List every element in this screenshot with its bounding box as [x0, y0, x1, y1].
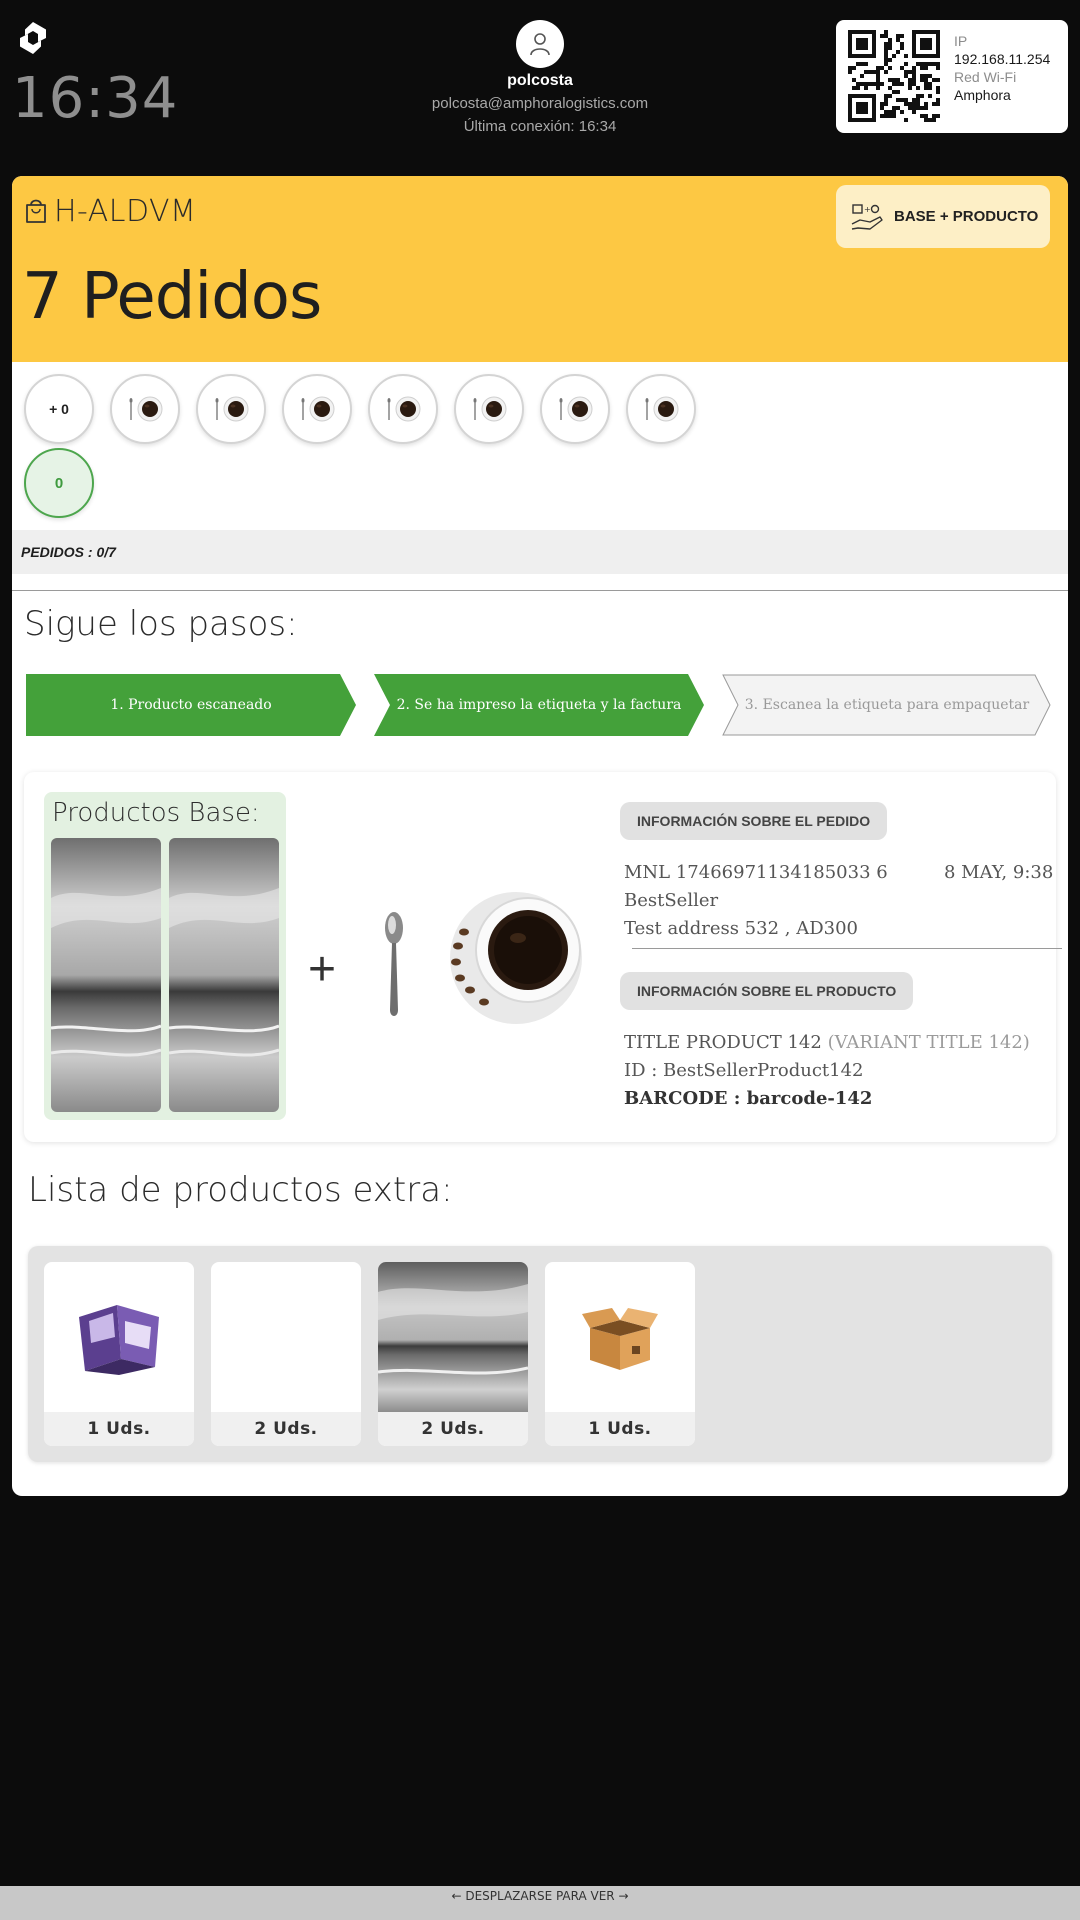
- coffee-spoon-icon[interactable]: [282, 374, 352, 444]
- username: polcosta: [507, 72, 573, 89]
- step-2-label: 2. Se ha impreso la etiqueta y la factur…: [396, 697, 682, 713]
- product-info-header: INFORMACIÓN SOBRE EL PRODUCTO: [620, 972, 914, 1010]
- completed-counter-circle[interactable]: 0: [24, 448, 94, 518]
- order-number: MNL 17466971134185033 6: [624, 862, 888, 883]
- coffee-spoon-icon[interactable]: [540, 374, 610, 444]
- hand-box-icon: +: [851, 203, 883, 230]
- product-panel: Productos Base: + INFORMACIÓN SOBRE EL P…: [24, 772, 1062, 1142]
- coffee-cup-icon: [450, 892, 582, 1024]
- qr-code-icon: [848, 30, 940, 122]
- extra-product-qty: 1 Uds.: [44, 1412, 194, 1446]
- step-1-label: 1. Producto escaneado: [110, 697, 272, 713]
- steps-title: Sigue los pasos:: [24, 604, 298, 644]
- orders-progress: PEDIDOS : 0/7: [12, 530, 1068, 574]
- coffee-spoon-icon[interactable]: [368, 374, 438, 444]
- step-3-label: 3. Escanea la etiqueta para empaquetar: [744, 697, 1030, 713]
- brochure-icon: [44, 1262, 194, 1412]
- ip-value: 192.168.11.254: [954, 51, 1051, 67]
- extra-product-item[interactable]: 2 Uds.: [378, 1262, 528, 1446]
- spoon-icon: [385, 912, 403, 1016]
- seller-name: BestSeller: [624, 890, 719, 911]
- base-product-image[interactable]: [169, 838, 279, 1112]
- shipping-address: Test address 532 , AD300: [624, 918, 858, 939]
- order-date: 8 MAY, 9:38: [944, 862, 1054, 883]
- coffee-spoon-icon[interactable]: [626, 374, 696, 444]
- app-logo-icon: [20, 22, 46, 54]
- shopping-bag-icon: [26, 199, 46, 223]
- extra-counter-circle[interactable]: + 0: [24, 374, 94, 444]
- base-products: Productos Base:: [44, 792, 286, 1120]
- cardboard-box-icon: [545, 1262, 695, 1412]
- extra-product-item[interactable]: 2 Uds.: [211, 1262, 361, 1446]
- orders-count-title: 7 Pedidos: [22, 260, 322, 334]
- user-info: polcosta polcosta@amphoralogistics.com Ú…: [340, 20, 740, 135]
- base-products-title: Productos Base:: [52, 798, 260, 828]
- product-title-text: TITLE PRODUCT 142: [624, 1032, 822, 1053]
- wifi-label: Red Wi-Fi: [954, 69, 1017, 85]
- step-1: 1. Producto escaneado: [26, 674, 356, 736]
- product-id: ID : BestSellerProduct142: [624, 1060, 864, 1081]
- extra-product-qty: 2 Uds.: [211, 1412, 361, 1446]
- step-2: 2. Se ha impreso la etiqueta y la factur…: [374, 674, 704, 736]
- divider: [632, 948, 1062, 949]
- top-bar: 16:34 polcosta polcosta@amphoralogistics…: [0, 0, 1080, 176]
- base-plus-product-label: BASE + PRODUCTO: [894, 208, 1039, 225]
- network-info-card: IP 192.168.11.254 Red Wi-Fi Amphora: [836, 20, 1068, 133]
- base-plus-product-button[interactable]: + BASE + PRODUCTO: [836, 185, 1050, 248]
- step-3: 3. Escanea la etiqueta para empaquetar: [722, 674, 1052, 736]
- extra-product-qty: 1 Uds.: [545, 1412, 695, 1446]
- variant-title: (VARIANT TITLE 142): [827, 1032, 1030, 1053]
- coffee-spoon-icon[interactable]: [454, 374, 524, 444]
- product-barcode: BARCODE : barcode-142: [624, 1088, 872, 1109]
- order-id: H-ALDVM: [54, 194, 197, 229]
- steps-bar: 1. Producto escaneado 2. Se ha impreso l…: [26, 674, 1066, 736]
- horizontal-scrollbar[interactable]: ← DESPLAZARSE PARA VER →: [0, 1886, 1080, 1920]
- extra-product-item[interactable]: 1 Uds.: [545, 1262, 695, 1446]
- plus-sign: +: [308, 943, 337, 996]
- product-title: TITLE PRODUCT 142 (VARIANT TITLE 142): [624, 1032, 1030, 1053]
- base-product-image[interactable]: [51, 838, 161, 1112]
- user-email: polcosta@amphoralogistics.com: [431, 95, 649, 112]
- barcode-value: barcode-142: [746, 1088, 873, 1109]
- extra-product-qty: 2 Uds.: [378, 1412, 528, 1446]
- divider: [12, 590, 1068, 591]
- svg-text:+: +: [864, 205, 871, 214]
- coffee-spoon-icon[interactable]: [110, 374, 180, 444]
- extra-products-list: 1 Uds. 2 Uds. 2 Uds. 1 Uds.: [28, 1246, 1052, 1462]
- wifi-value: Amphora: [954, 87, 1011, 103]
- beach-photo-thumbnail: [378, 1262, 528, 1412]
- clock: 16:34: [12, 66, 179, 131]
- extra-product-item[interactable]: 1 Uds.: [44, 1262, 194, 1446]
- order-header: H-ALDVM 7 Pedidos + BASE + PRODUCTO: [12, 176, 1068, 362]
- last-connection: Última conexión: 16:34: [463, 118, 617, 135]
- ip-label: IP: [954, 33, 968, 49]
- extra-products-title: Lista de productos extra:: [28, 1170, 453, 1210]
- order-card: H-ALDVM 7 Pedidos + BASE + PRODUCTO + 0 …: [12, 176, 1068, 1496]
- barcode-label: BARCODE :: [624, 1088, 747, 1109]
- order-info-header: INFORMACIÓN SOBRE EL PEDIDO: [620, 802, 888, 840]
- coffee-spoon-icon[interactable]: [196, 374, 266, 444]
- blank-thumbnail: [211, 1262, 361, 1412]
- user-avatar-icon[interactable]: [516, 20, 564, 68]
